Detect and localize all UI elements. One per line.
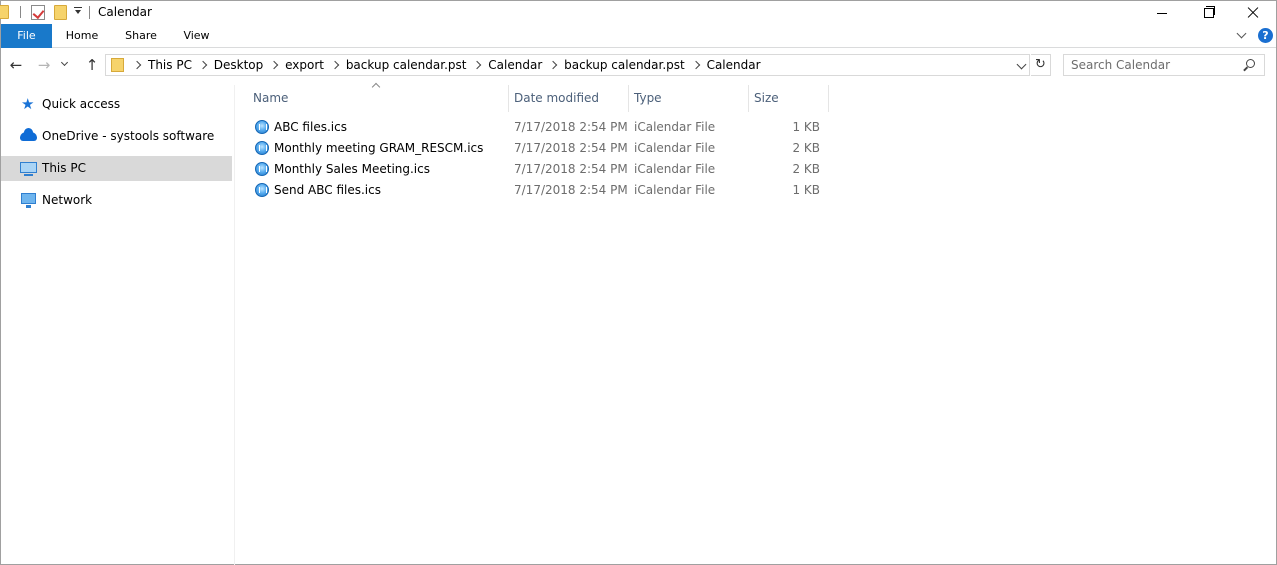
folder-icon xyxy=(111,58,124,72)
chevron-right-icon[interactable] xyxy=(198,60,208,70)
up-arrow-icon[interactable]: ↑ xyxy=(84,57,100,73)
column-divider[interactable] xyxy=(828,85,829,112)
sidebar-item-this-pc[interactable]: This PC xyxy=(1,156,232,181)
breadcrumb-this-pc[interactable]: This PC xyxy=(148,58,192,72)
chevron-right-icon[interactable] xyxy=(132,60,142,70)
breadcrumb-desktop[interactable]: Desktop xyxy=(214,58,264,72)
breadcrumb-calendar-2[interactable]: Calendar xyxy=(707,58,761,72)
navigation-bar: ← → ↑ This PC Desktop export backup cale… xyxy=(1,49,1276,84)
chevron-right-icon[interactable] xyxy=(548,60,558,70)
customize-quick-access-icon[interactable] xyxy=(74,7,82,17)
cloud-icon xyxy=(20,128,37,141)
file-row[interactable]: Monthly Sales Meeting.ics 7/17/2018 2:54… xyxy=(236,159,836,180)
column-header-date-modified[interactable]: Date modified xyxy=(514,91,599,105)
breadcrumb-backup-calendar-pst-2[interactable]: backup calendar.pst xyxy=(564,58,685,72)
chevron-right-icon[interactable] xyxy=(691,60,700,70)
column-header-type[interactable]: Type xyxy=(634,91,662,105)
icalendar-file-icon xyxy=(255,120,269,134)
minimize-button[interactable] xyxy=(1139,1,1185,24)
sidebar-item-label: OneDrive - systools software xyxy=(42,129,215,143)
address-bar[interactable]: This PC Desktop export backup calendar.p… xyxy=(105,54,1030,76)
sidebar-item-label: This PC xyxy=(42,161,86,175)
sidebar-item-quick-access[interactable]: ★ Quick access xyxy=(1,92,232,117)
refresh-icon[interactable]: ↻ xyxy=(1031,54,1051,76)
network-icon xyxy=(21,193,36,208)
file-explorer-window: Calendar File Home Share View ? ← → ↑ Th… xyxy=(0,0,1277,565)
help-icon[interactable]: ? xyxy=(1258,28,1273,43)
file-date: 7/17/2018 2:54 PM xyxy=(514,141,628,155)
breadcrumb: This PC Desktop export backup calendar.p… xyxy=(130,58,761,72)
sidebar-item-onedrive[interactable]: OneDrive - systools software xyxy=(1,124,232,149)
title-divider xyxy=(89,6,90,19)
tab-file[interactable]: File xyxy=(1,24,52,48)
sort-ascending-icon xyxy=(371,82,381,92)
file-size: 1 KB xyxy=(792,120,820,134)
column-header-size[interactable]: Size xyxy=(754,91,779,105)
file-date: 7/17/2018 2:54 PM xyxy=(514,183,628,197)
breadcrumb-calendar[interactable]: Calendar xyxy=(488,58,542,72)
chevron-down-icon[interactable] xyxy=(1016,59,1027,70)
file-row[interactable]: Monthly meeting GRAM_RESCM.ics 7/17/2018… xyxy=(236,138,836,159)
column-header-name[interactable]: Name xyxy=(253,91,288,105)
search-icon[interactable] xyxy=(1246,59,1255,68)
chevron-right-icon[interactable] xyxy=(330,60,340,70)
expand-ribbon-icon[interactable] xyxy=(1236,28,1247,39)
window-title: Calendar xyxy=(98,5,152,19)
file-name: Monthly Sales Meeting.ics xyxy=(274,162,430,176)
file-type: iCalendar File xyxy=(634,120,716,134)
file-date: 7/17/2018 2:54 PM xyxy=(514,120,628,134)
sidebar-item-label: Network xyxy=(42,193,93,207)
file-name: ABC files.ics xyxy=(274,120,347,134)
close-button[interactable] xyxy=(1230,1,1276,24)
tab-home[interactable]: Home xyxy=(53,24,111,48)
file-type: iCalendar File xyxy=(634,141,716,155)
navigation-pane: ★ Quick access OneDrive - systools softw… xyxy=(1,85,235,565)
file-size: 2 KB xyxy=(792,141,820,155)
forward-arrow-icon[interactable]: → xyxy=(36,57,52,73)
search-input[interactable] xyxy=(1071,57,1241,73)
icalendar-file-icon xyxy=(255,183,269,197)
file-row[interactable]: Send ABC files.ics 7/17/2018 2:54 PM iCa… xyxy=(236,180,836,201)
file-size: 2 KB xyxy=(792,162,820,176)
file-name: Send ABC files.ics xyxy=(274,183,381,197)
title-bar: Calendar xyxy=(0,1,1276,24)
file-row[interactable]: ABC files.ics 7/17/2018 2:54 PM iCalenda… xyxy=(236,117,836,138)
tab-view[interactable]: View xyxy=(169,24,224,48)
column-divider[interactable] xyxy=(508,85,509,112)
column-divider[interactable] xyxy=(628,85,629,112)
chevron-right-icon[interactable] xyxy=(473,60,482,70)
column-divider[interactable] xyxy=(748,85,749,112)
star-icon: ★ xyxy=(21,95,35,113)
file-size: 1 KB xyxy=(792,183,820,197)
breadcrumb-backup-calendar-pst[interactable]: backup calendar.pst xyxy=(346,58,467,72)
quick-access-divider xyxy=(20,6,21,18)
folder-icon xyxy=(0,5,9,19)
breadcrumb-export[interactable]: export xyxy=(285,58,324,72)
back-arrow-icon[interactable]: ← xyxy=(8,57,24,73)
new-folder-icon[interactable] xyxy=(54,5,67,20)
icalendar-file-icon xyxy=(255,141,269,155)
chevron-right-icon[interactable] xyxy=(269,60,279,70)
properties-icon[interactable] xyxy=(31,5,45,20)
file-date: 7/17/2018 2:54 PM xyxy=(514,162,628,176)
sidebar-item-network[interactable]: Network xyxy=(1,188,232,213)
file-list: Name Date modified Type Size ABC files.i… xyxy=(236,82,1276,565)
computer-icon xyxy=(20,162,37,176)
sidebar-item-label: Quick access xyxy=(42,97,121,111)
restore-button[interactable] xyxy=(1185,1,1231,24)
icalendar-file-icon xyxy=(255,162,269,176)
recent-locations-icon[interactable] xyxy=(61,60,69,68)
file-name: Monthly meeting GRAM_RESCM.ics xyxy=(274,141,484,155)
file-type: iCalendar File xyxy=(634,183,716,197)
search-box xyxy=(1063,54,1265,76)
ribbon-tabs: File Home Share View ? xyxy=(1,24,1276,48)
tab-share[interactable]: Share xyxy=(112,24,170,48)
file-type: iCalendar File xyxy=(634,162,716,176)
